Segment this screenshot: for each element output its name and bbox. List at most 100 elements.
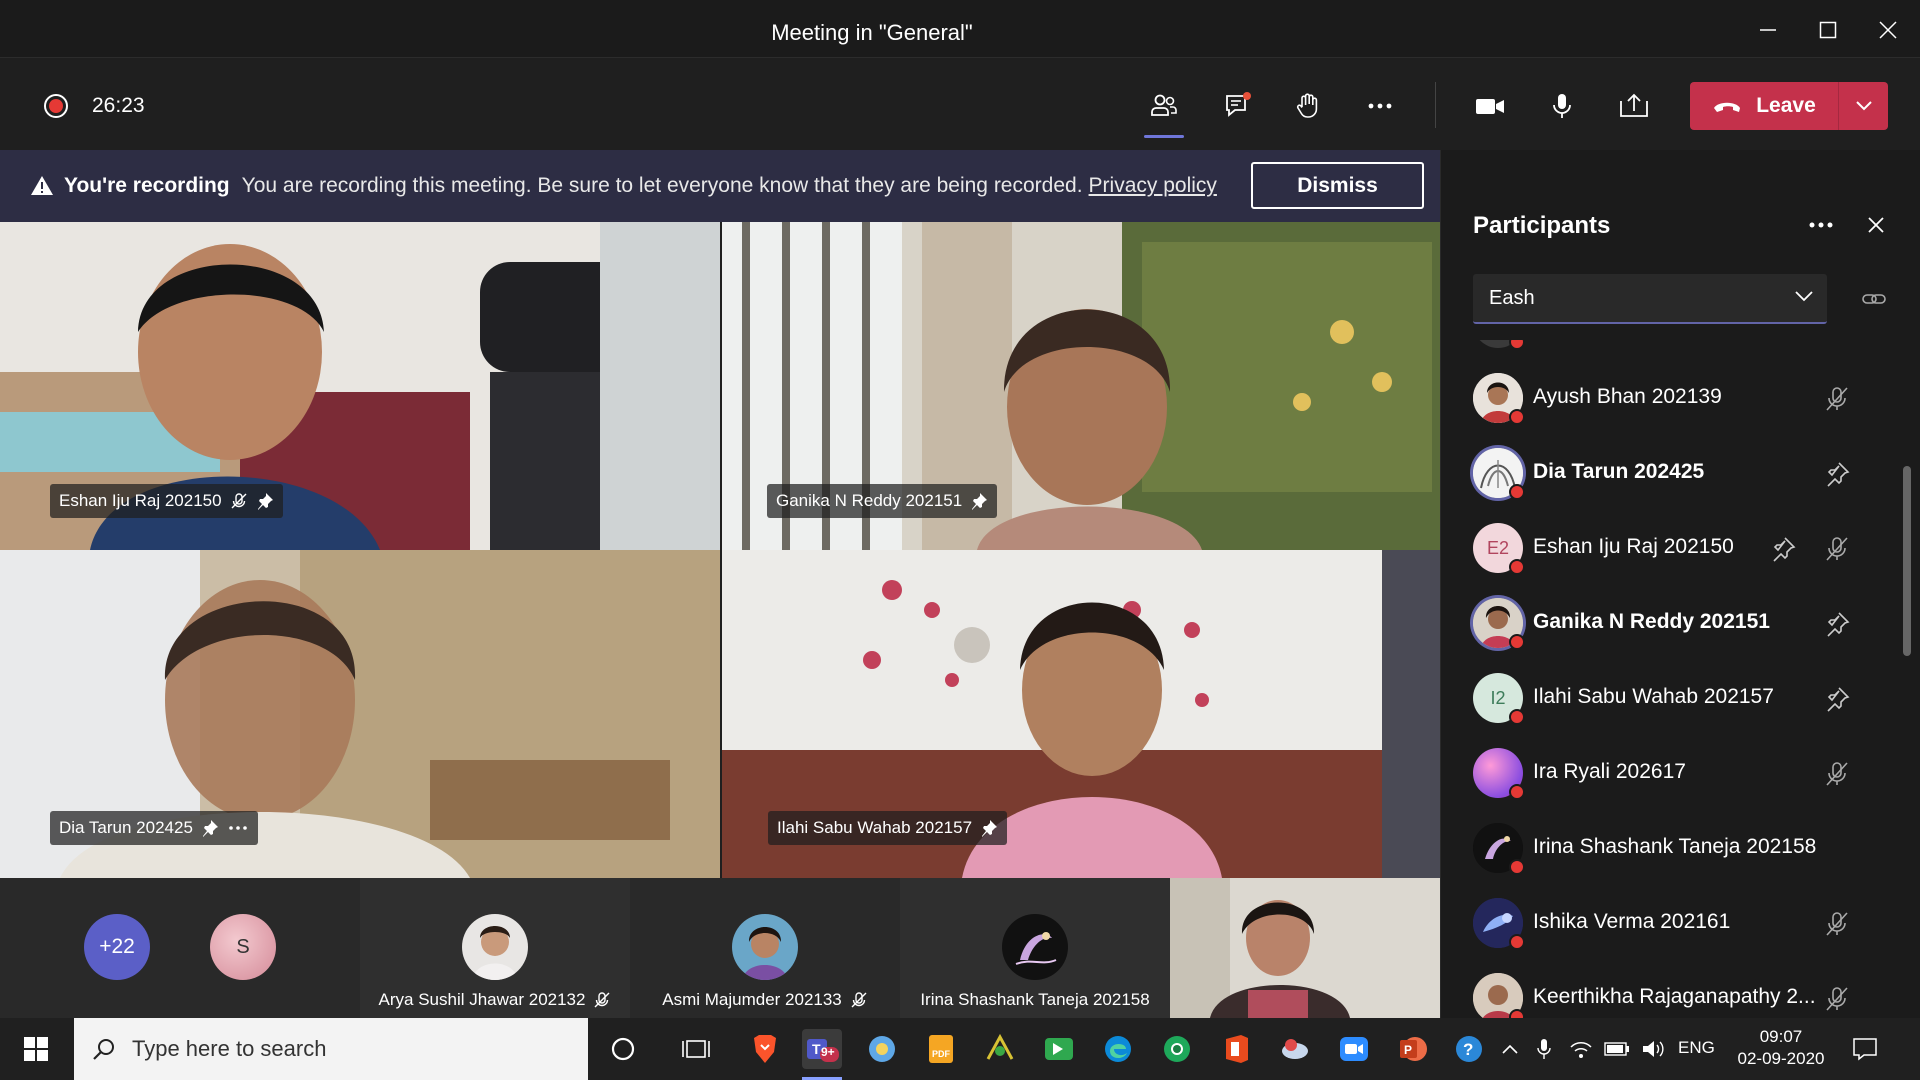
avatar xyxy=(1473,748,1525,800)
video-participant-name: Ilahi Sabu Wahab 202157 xyxy=(777,818,973,837)
taskbar-app-remote[interactable] xyxy=(1039,1029,1079,1069)
participant-name-chip: Dia Tarun 202425 xyxy=(50,811,258,845)
taskbar-search-placeholder: Type here to search xyxy=(132,1036,327,1061)
taskbar-app-edge[interactable] xyxy=(1098,1029,1138,1069)
list-item[interactable]: Ishika Verma 202161 xyxy=(1441,884,1901,959)
chevron-down-icon xyxy=(1795,291,1813,302)
taskbar-app-weather[interactable] xyxy=(1275,1029,1315,1069)
participant-name-chip: Eshan Iju Raj 202150 xyxy=(50,484,283,518)
list-item[interactable]: Ayush Bhan 202139 xyxy=(1441,359,1901,434)
maximize-button[interactable] xyxy=(1798,8,1858,52)
unpin-icon[interactable] xyxy=(1823,610,1851,638)
cortana-icon xyxy=(611,1037,635,1061)
participant-name-chip: Ilahi Sabu Wahab 202157 xyxy=(768,811,1008,845)
video-tile[interactable]: Ganika N Reddy 202151 xyxy=(722,222,1440,550)
raise-hand-button[interactable] xyxy=(1280,80,1336,132)
dismiss-button[interactable]: Dismiss xyxy=(1251,162,1424,209)
close-panel-button[interactable] xyxy=(1859,208,1893,242)
pin-icon xyxy=(202,820,218,837)
self-video-image xyxy=(1170,878,1440,1018)
avatar[interactable]: S xyxy=(210,914,276,980)
video-participant-name: Eshan Iju Raj 202150 xyxy=(59,491,222,510)
taskbar-app-powerpoint[interactable]: P xyxy=(1393,1029,1433,1069)
status-badge xyxy=(1509,784,1525,800)
minimize-button[interactable] xyxy=(1738,8,1798,52)
status-badge xyxy=(1509,934,1525,950)
participant-list: Ayush Bhan 202139 Dia Tarun 202425 E2 Es… xyxy=(1441,340,1901,1018)
show-participants-button[interactable] xyxy=(1136,80,1192,138)
start-button[interactable] xyxy=(0,1018,72,1080)
show-hidden-icons-button[interactable] xyxy=(1497,1037,1523,1061)
list-item[interactable]: I2 Ilahi Sabu Wahab 202157 xyxy=(1441,659,1901,734)
strip-participant[interactable]: Arya Sushil Jhawar 202132 xyxy=(360,878,630,1018)
share-invite-link-button[interactable] xyxy=(1855,282,1893,316)
list-item[interactable]: Keerthikha Rajaganapathy 2... xyxy=(1441,959,1901,1018)
self-video-preview[interactable] xyxy=(1170,878,1440,1018)
taskbar-app-help[interactable]: ? xyxy=(1449,1029,1489,1069)
video-tile[interactable]: Dia Tarun 202425 xyxy=(0,550,720,878)
share-content-button[interactable] xyxy=(1606,80,1662,132)
list-item[interactable]: Dia Tarun 202425 xyxy=(1441,434,1901,509)
privacy-policy-link[interactable]: Privacy policy xyxy=(1089,174,1217,198)
maximize-icon xyxy=(1819,21,1837,39)
taskbar-search-box[interactable]: Type here to search xyxy=(74,1018,588,1080)
taskbar-clock[interactable]: 09:07 02-09-2020 xyxy=(1733,1026,1829,1070)
taskbar-app-chrome-like[interactable] xyxy=(1157,1029,1197,1069)
status-badge xyxy=(1509,409,1525,425)
mic-off-icon xyxy=(1826,762,1848,786)
more-icon[interactable] xyxy=(227,819,249,837)
panel-more-options-button[interactable] xyxy=(1801,208,1841,242)
list-item[interactable]: E2 Eshan Iju Raj 202150 xyxy=(1441,509,1901,584)
pin-icon xyxy=(972,493,988,510)
taskbar-app-office[interactable] xyxy=(1216,1029,1256,1069)
taskbar-app-teams[interactable]: T 9+ xyxy=(802,1029,842,1080)
unpin-icon[interactable] xyxy=(1769,535,1797,563)
show-conversation-button[interactable] xyxy=(1210,80,1266,132)
video-tile[interactable]: Eshan Iju Raj 202150 xyxy=(0,222,720,550)
unpin-icon[interactable] xyxy=(1823,685,1851,713)
tray-volume-button[interactable] xyxy=(1640,1037,1666,1061)
hand-icon xyxy=(1296,93,1318,118)
meeting-timer: 26:23 xyxy=(92,94,145,117)
chevron-up-icon xyxy=(1502,1044,1518,1054)
leave-button[interactable]: Leave xyxy=(1690,82,1838,130)
more-actions-button[interactable] xyxy=(1352,80,1408,132)
participant-search-input[interactable]: Eash xyxy=(1473,274,1827,324)
svg-text:P: P xyxy=(1404,1043,1412,1057)
status-badge xyxy=(1509,484,1525,500)
tray-battery-button[interactable] xyxy=(1604,1037,1630,1061)
share-screen-icon xyxy=(1620,93,1648,117)
list-item[interactable]: Ganika N Reddy 202151 xyxy=(1441,584,1901,659)
taskbar-app-zoom[interactable] xyxy=(1334,1029,1374,1069)
taskbar-app-photos[interactable] xyxy=(862,1029,902,1069)
taskbar-app-vector[interactable] xyxy=(980,1029,1020,1069)
strip-participant-label: Irina Shashank Taneja 202158 xyxy=(920,990,1149,1010)
strip-participant[interactable]: Irina Shashank Taneja 202158 xyxy=(900,878,1170,1018)
participant-search-value: Eash xyxy=(1489,286,1535,309)
task-view-button[interactable] xyxy=(676,1029,716,1069)
tray-network-button[interactable] xyxy=(1568,1037,1594,1061)
leave-options-button[interactable] xyxy=(1839,82,1888,130)
close-window-button[interactable] xyxy=(1858,8,1918,52)
participant-list-scrollbar[interactable] xyxy=(1903,466,1911,656)
microphone-button[interactable] xyxy=(1534,80,1590,132)
video-tile[interactable]: Ilahi Sabu Wahab 202157 xyxy=(722,550,1440,878)
cortana-button[interactable] xyxy=(603,1029,643,1069)
participant-name: Eshan Iju Raj 202150 xyxy=(1533,535,1734,558)
overflow-count-button[interactable]: +22 xyxy=(84,914,150,980)
unpin-icon[interactable] xyxy=(1823,460,1851,488)
recording-indicator-icon xyxy=(44,94,68,118)
taskbar-app-brave[interactable] xyxy=(745,1029,785,1069)
tray-microphone-button[interactable] xyxy=(1531,1037,1557,1061)
strip-participant[interactable]: Asmi Majumder 202133 xyxy=(630,878,900,1018)
list-item[interactable]: Ira Ryali 202617 xyxy=(1441,734,1901,809)
mic-off-icon xyxy=(1826,912,1848,936)
list-item[interactable] xyxy=(1441,340,1901,359)
action-center-button[interactable] xyxy=(1848,1032,1882,1066)
taskbar-app-pdf[interactable]: PDF xyxy=(921,1029,961,1069)
microphone-icon xyxy=(1553,94,1571,118)
camera-button[interactable] xyxy=(1462,80,1518,132)
input-language-indicator[interactable]: ENG xyxy=(1678,1038,1715,1058)
list-item[interactable]: Irina Shashank Taneja 202158 xyxy=(1441,809,1901,884)
wifi-icon xyxy=(1570,1042,1592,1058)
